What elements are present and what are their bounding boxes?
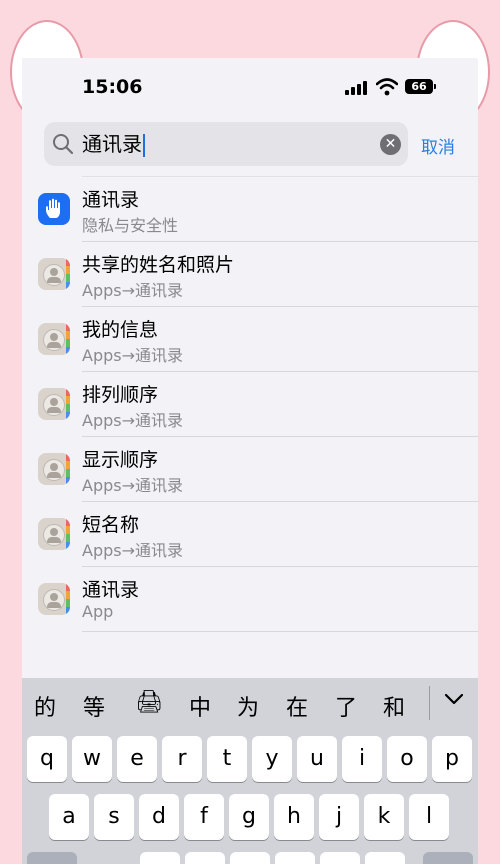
- candidate-item[interactable]: 的: [34, 690, 56, 722]
- candidate-item[interactable]: 了: [335, 690, 357, 722]
- key-f[interactable]: f: [184, 794, 224, 840]
- key-t[interactable]: t: [207, 736, 247, 782]
- key-e[interactable]: e: [117, 736, 157, 782]
- result-subtitle: Apps→通讯录: [82, 411, 184, 430]
- search-query: 通讯录: [82, 131, 145, 157]
- candidate-printer-emoji[interactable]: 🖨: [135, 690, 163, 715]
- result-title: 共享的姓名和照片: [82, 254, 235, 276]
- contacts-app-icon: [38, 583, 70, 615]
- key-row3[interactable]: [320, 852, 360, 864]
- search-bar-row: 通讯录 ✕ 取消: [22, 122, 478, 168]
- key-y[interactable]: y: [252, 736, 292, 782]
- key-d[interactable]: d: [139, 794, 179, 840]
- contacts-app-icon: [38, 518, 70, 550]
- key-a[interactable]: a: [49, 794, 89, 840]
- clear-search-icon[interactable]: ✕: [380, 134, 401, 155]
- result-row[interactable]: 通讯录 App: [38, 567, 478, 632]
- key-row3[interactable]: [230, 852, 270, 864]
- result-subtitle: App: [82, 602, 114, 621]
- result-subtitle: 隐私与安全性: [82, 216, 179, 235]
- key-row3[interactable]: [365, 852, 405, 864]
- key-j[interactable]: j: [319, 794, 359, 840]
- battery-tip: [434, 84, 436, 89]
- delete-key[interactable]: [423, 852, 473, 864]
- shift-key[interactable]: [27, 852, 77, 864]
- result-subtitle: Apps→通讯录: [82, 541, 184, 560]
- result-row[interactable]: 排列顺序 Apps→通讯录: [38, 372, 478, 437]
- key-u[interactable]: u: [297, 736, 337, 782]
- key-row3[interactable]: [140, 852, 180, 864]
- keyboard: 的 等 🖨 中 为 在 了 和 q w e r t y u i o p a s …: [22, 678, 478, 864]
- result-subtitle: Apps→通讯录: [82, 476, 184, 495]
- key-row3[interactable]: [275, 852, 315, 864]
- battery-icon: 66: [405, 79, 433, 94]
- candidate-item[interactable]: 等: [83, 690, 105, 722]
- text-caret: [143, 134, 145, 157]
- result-title: 显示顺序: [82, 449, 159, 471]
- key-h[interactable]: h: [274, 794, 314, 840]
- key-i[interactable]: i: [342, 736, 382, 782]
- privacy-hand-icon: [38, 193, 70, 225]
- search-results-list: 通讯录 隐私与安全性 共享的姓名和照片 Apps→通讯录 我的信息 Apps→通…: [22, 176, 478, 632]
- candidate-item[interactable]: 和: [383, 690, 405, 722]
- result-row[interactable]: 共享的姓名和照片 Apps→通讯录: [38, 242, 478, 307]
- search-icon: [53, 134, 74, 155]
- key-g[interactable]: g: [229, 794, 269, 840]
- cancel-button[interactable]: 取消: [421, 133, 455, 158]
- candidate-item[interactable]: 为: [237, 690, 259, 722]
- key-k[interactable]: k: [364, 794, 404, 840]
- wifi-icon: [376, 78, 398, 96]
- contacts-app-icon: [38, 388, 70, 420]
- result-title: 排列顺序: [82, 384, 159, 406]
- result-title: 通讯录: [82, 579, 140, 601]
- key-s[interactable]: s: [94, 794, 134, 840]
- key-p[interactable]: p: [432, 736, 472, 782]
- result-row[interactable]: 通讯录 隐私与安全性: [38, 176, 478, 242]
- key-row3[interactable]: [185, 852, 225, 864]
- result-row[interactable]: 我的信息 Apps→通讯录: [38, 307, 478, 372]
- key-w[interactable]: w: [72, 736, 112, 782]
- status-bar: 15:06 66: [22, 58, 478, 118]
- key-o[interactable]: o: [387, 736, 427, 782]
- key-q[interactable]: q: [27, 736, 67, 782]
- contacts-app-icon: [38, 258, 70, 290]
- contacts-app-icon: [38, 323, 70, 355]
- result-title: 我的信息: [82, 319, 159, 341]
- search-input[interactable]: 通讯录 ✕: [44, 122, 408, 166]
- chevron-down-icon[interactable]: [444, 692, 464, 706]
- result-subtitle: Apps→通讯录: [82, 346, 184, 365]
- candidate-divider: [429, 686, 430, 720]
- search-query-text: 通讯录: [82, 132, 142, 156]
- result-row[interactable]: 显示顺序 Apps→通讯录: [38, 437, 478, 502]
- phone-screen: 15:06 66 通讯录 ✕ 取消 通讯录 隐私与安全性 共享的姓名和照片 Ap…: [22, 58, 478, 864]
- result-subtitle: Apps→通讯录: [82, 281, 184, 300]
- contacts-app-icon: [38, 453, 70, 485]
- cellular-signal-icon: [345, 81, 367, 95]
- candidate-bar: 的 等 🖨 中 为 在 了 和: [22, 678, 478, 730]
- status-time: 15:06: [82, 76, 143, 98]
- result-title: 通讯录: [82, 189, 140, 211]
- result-row[interactable]: 短名称 Apps→通讯录: [38, 502, 478, 567]
- key-l[interactable]: l: [409, 794, 449, 840]
- key-r[interactable]: r: [162, 736, 202, 782]
- candidate-item[interactable]: 在: [286, 690, 308, 722]
- result-title: 短名称: [82, 514, 140, 536]
- candidate-item[interactable]: 中: [189, 690, 211, 722]
